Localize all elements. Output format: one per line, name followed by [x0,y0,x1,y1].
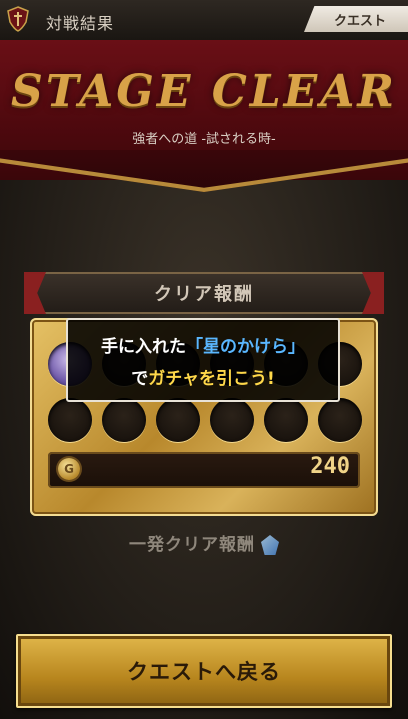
top-bar: 対戦結果 クエスト [0,0,408,41]
hint-popup[interactable]: 手に入れた「星のかけら」 でガチャを引こう! [66,318,340,402]
reward-slot [156,398,200,442]
reward-slot [210,398,254,442]
page-title: 対戦結果 [46,14,115,33]
reward-slot [318,398,362,442]
reward-header-label: クリア報酬 [154,284,254,305]
coin-icon: G [58,458,80,480]
gem-icon [261,535,279,555]
first-clear-label: 一発クリア報酬 [129,535,255,555]
popup-highlight-gacha: ガチャを引こう! [148,369,275,389]
reward-slot [102,398,146,442]
tab-quest[interactable]: クエスト [304,6,408,32]
coin-value: 240 [310,454,350,479]
back-to-quest-button[interactable]: クエストへ戻る [16,634,392,708]
popup-line-1: 手に入れた「星のかけら」 [68,332,338,357]
popup-line-1-prefix: 手に入れた [101,337,186,357]
popup-line-2: でガチャを引こう! [68,364,338,389]
popup-highlight-item: 「星のかけら」 [186,337,305,357]
reward-header: クリア報酬 [24,272,384,314]
stage-subtitle: 強者への道 -試される時- [132,132,276,147]
reward-slot [264,398,308,442]
popup-line-2-prefix: で [131,369,149,389]
first-clear-reward: 一発クリア報酬 [0,530,408,555]
shield-sword-icon [7,6,29,32]
stage-clear-heading: STAGE CLEAR [11,66,397,117]
reward-slot [48,398,92,442]
